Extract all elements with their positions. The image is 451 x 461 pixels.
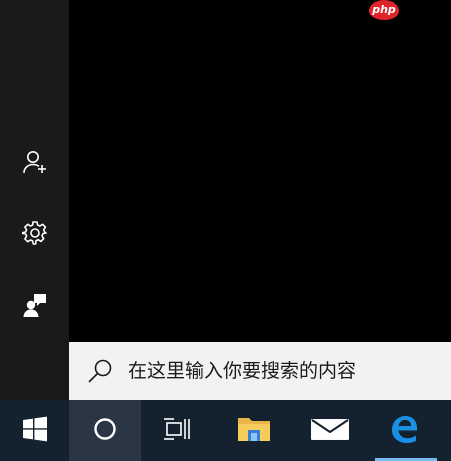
folder-icon	[237, 414, 271, 448]
search-pane-rail	[0, 0, 69, 400]
search-input[interactable]	[128, 360, 428, 382]
watermark-logo: php	[369, 0, 399, 20]
screen: php	[0, 0, 451, 461]
search-results-area: php	[69, 0, 451, 342]
task-view-icon	[163, 416, 191, 446]
start-button[interactable]	[0, 400, 69, 461]
mail-button[interactable]	[295, 400, 365, 461]
edge-browser-button[interactable]	[365, 400, 443, 461]
search-box[interactable]	[69, 342, 451, 400]
edge-icon	[388, 413, 420, 449]
account-button[interactable]	[0, 138, 69, 186]
gear-icon	[21, 220, 48, 246]
cortana-circle-icon	[92, 416, 118, 446]
feedback-icon	[22, 292, 48, 318]
search-icon	[87, 358, 113, 384]
windows-logo-icon	[22, 416, 48, 446]
mail-icon	[311, 416, 349, 446]
cortana-button[interactable]	[69, 400, 141, 461]
task-view-button[interactable]	[141, 400, 213, 461]
add-user-icon	[22, 149, 48, 175]
taskbar	[0, 400, 451, 461]
settings-button[interactable]	[0, 209, 69, 257]
file-explorer-button[interactable]	[213, 400, 295, 461]
feedback-button[interactable]	[0, 281, 69, 329]
